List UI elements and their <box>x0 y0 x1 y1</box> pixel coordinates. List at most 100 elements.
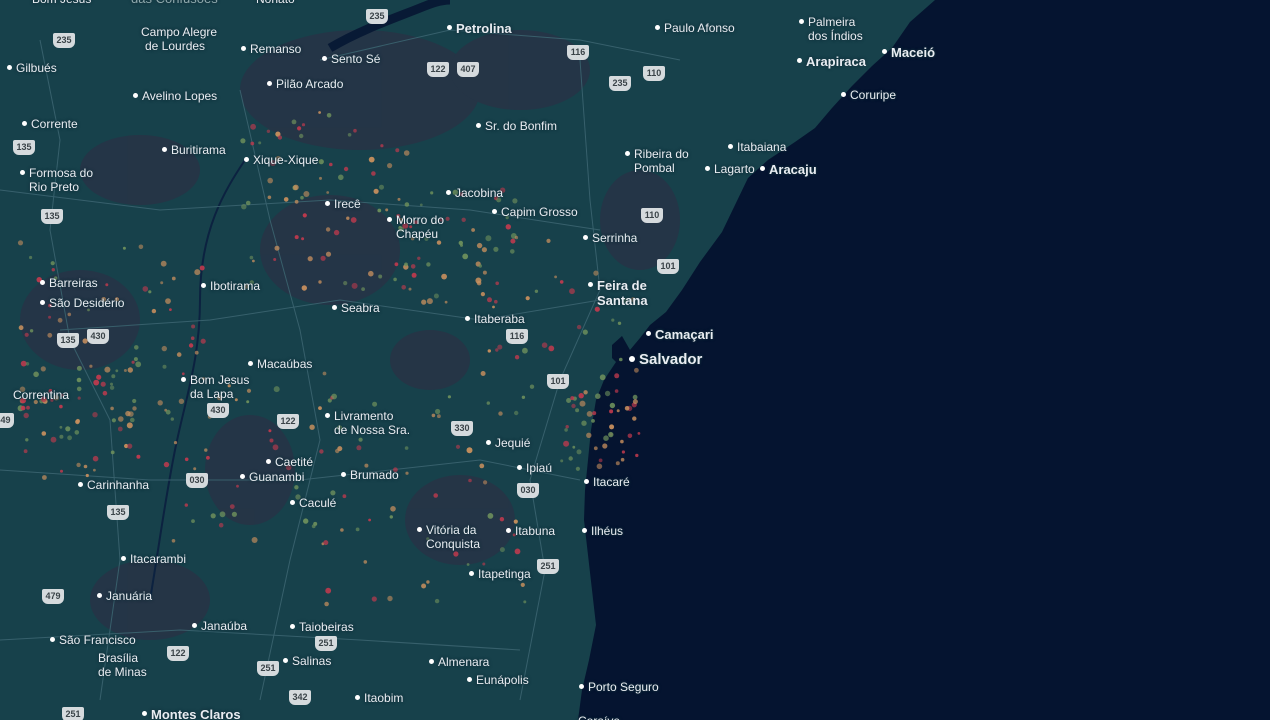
activity-dot <box>219 511 226 518</box>
city-label[interactable]: Serrinha <box>583 231 637 245</box>
city-label[interactable]: Seabra <box>332 301 380 315</box>
city-label[interactable]: Januária <box>97 589 152 603</box>
city-label[interactable]: Correntina <box>13 388 69 402</box>
city-label[interactable]: Capim Grosso <box>492 205 578 219</box>
activity-dot <box>48 315 52 319</box>
city-label[interactable]: Aracaju <box>760 162 817 177</box>
city-label[interactable]: Sr. do Bonfim <box>476 119 557 133</box>
activity-dot <box>171 276 176 281</box>
city-label[interactable]: Formosa do <box>20 166 93 180</box>
highway-shield: 342 <box>289 690 311 705</box>
city-label[interactable]: de Lourdes <box>145 39 205 53</box>
city-label[interactable]: Irecê <box>325 197 361 211</box>
city-marker-icon <box>841 92 846 97</box>
city-label[interactable]: Jequié <box>486 436 530 450</box>
activity-dot <box>486 401 490 405</box>
city-label[interactable]: Itacarambi <box>121 552 186 566</box>
highway-shield: 135 <box>13 140 35 155</box>
city-label[interactable]: Campo Alegre <box>141 25 217 39</box>
city-label[interactable]: Bom Jesus <box>32 0 91 6</box>
city-label[interactable]: Arapiraca <box>797 54 866 69</box>
activity-dot <box>151 308 157 314</box>
city-label[interactable]: de Minas <box>98 665 147 679</box>
activity-dot <box>599 374 606 381</box>
city-label[interactable]: Ibotirama <box>201 279 260 293</box>
city-label[interactable]: Nonato <box>256 0 295 6</box>
city-label[interactable]: Brumado <box>341 468 399 482</box>
city-label[interactable]: Gilbués <box>7 61 57 75</box>
city-label[interactable]: Itapetinga <box>469 567 531 581</box>
city-label[interactable]: Jacobina <box>446 186 503 200</box>
city-label[interactable]: das Confusões <box>131 0 218 6</box>
city-label[interactable]: Eunápolis <box>467 673 529 687</box>
activity-dot <box>47 332 53 338</box>
city-label[interactable]: São Francisco <box>50 633 136 647</box>
city-label[interactable]: Taiobeiras <box>290 620 354 634</box>
city-label[interactable]: Barreiras <box>40 276 98 290</box>
city-label[interactable]: Maceió <box>882 45 935 60</box>
city-label[interactable]: Porto Seguro <box>579 680 659 694</box>
city-label[interactable]: São Desidério <box>40 296 124 310</box>
city-label[interactable]: Salvador <box>629 351 702 368</box>
city-label[interactable]: Caculé <box>290 496 336 510</box>
city-label[interactable]: Coraíye <box>578 714 620 720</box>
city-label[interactable]: Corrente <box>22 117 78 131</box>
city-label[interactable]: da Lapa <box>190 387 233 401</box>
city-marker-icon <box>248 361 253 366</box>
city-label[interactable]: Rio Preto <box>29 180 79 194</box>
city-label[interactable]: Sento Sé <box>322 52 380 66</box>
activity-dot <box>596 463 603 470</box>
city-label[interactable]: Guanambi <box>240 470 304 484</box>
activity-dot <box>268 429 272 433</box>
city-label[interactable]: Xique-Xique <box>244 153 318 167</box>
city-label[interactable]: dos Índios <box>808 29 863 43</box>
city-label[interactable]: Itabuna <box>506 524 555 538</box>
city-label[interactable]: Salinas <box>283 654 331 668</box>
city-name: Macaúbas <box>257 357 313 371</box>
city-label[interactable]: Itacaré <box>584 475 630 489</box>
city-label[interactable]: Camaçari <box>646 327 714 342</box>
city-label[interactable]: Pilão Arcado <box>267 77 343 91</box>
city-label[interactable]: Montes Claros <box>142 707 241 720</box>
city-label[interactable]: Caetité <box>266 455 313 469</box>
activity-dot <box>521 395 526 399</box>
city-marker-icon <box>192 623 197 628</box>
city-label[interactable]: de Nossa Sra. <box>334 423 410 437</box>
city-label[interactable]: Brasília <box>98 651 138 665</box>
activity-dot <box>480 371 486 376</box>
city-label[interactable]: Macaúbas <box>248 357 313 371</box>
city-label[interactable]: Carinhanha <box>78 478 149 492</box>
city-label[interactable]: Remanso <box>241 42 301 56</box>
activity-dot <box>571 403 576 409</box>
city-label[interactable]: Paulo Afonso <box>655 21 735 35</box>
city-label[interactable]: Janaúba <box>192 619 247 633</box>
city-label[interactable]: Lagarto <box>705 162 755 176</box>
city-label[interactable]: Coruripe <box>841 88 896 102</box>
city-label[interactable]: Santana <box>597 293 648 308</box>
city-label[interactable]: Conquista <box>426 537 480 551</box>
city-label[interactable]: Ribeira do <box>625 147 689 161</box>
city-label[interactable]: Livramento <box>325 409 393 423</box>
activity-dot <box>322 371 327 376</box>
city-label[interactable]: Pombal <box>634 161 675 175</box>
city-label[interactable]: Palmeira <box>799 15 855 29</box>
city-label[interactable]: Almenara <box>429 655 489 669</box>
city-label[interactable]: Itaberaba <box>465 312 525 326</box>
city-label[interactable]: Petrolina <box>447 21 512 36</box>
city-label[interactable]: Itaobim <box>355 691 403 705</box>
city-label[interactable]: Morro do <box>387 213 444 227</box>
city-label[interactable]: Feira de <box>588 278 647 293</box>
city-label[interactable]: Avelino Lopes <box>133 89 217 103</box>
city-label[interactable]: Vitória da <box>417 523 476 537</box>
map-view[interactable]: 235 235 116 122 407 110 235 135 135 110 101 135 430 1… <box>0 0 1270 720</box>
city-label[interactable]: Ilhéus <box>582 524 623 538</box>
activity-dot <box>148 290 152 294</box>
activity-dot <box>586 411 593 417</box>
activity-dot <box>250 123 256 130</box>
city-label[interactable]: Bom Jesus <box>181 373 249 387</box>
city-label[interactable]: Buritirama <box>162 143 226 157</box>
city-label[interactable]: Itabaiana <box>728 140 786 154</box>
city-label[interactable]: Chapéu <box>396 227 438 241</box>
activity-dot <box>135 361 142 368</box>
city-label[interactable]: Ipiaú <box>517 461 552 475</box>
